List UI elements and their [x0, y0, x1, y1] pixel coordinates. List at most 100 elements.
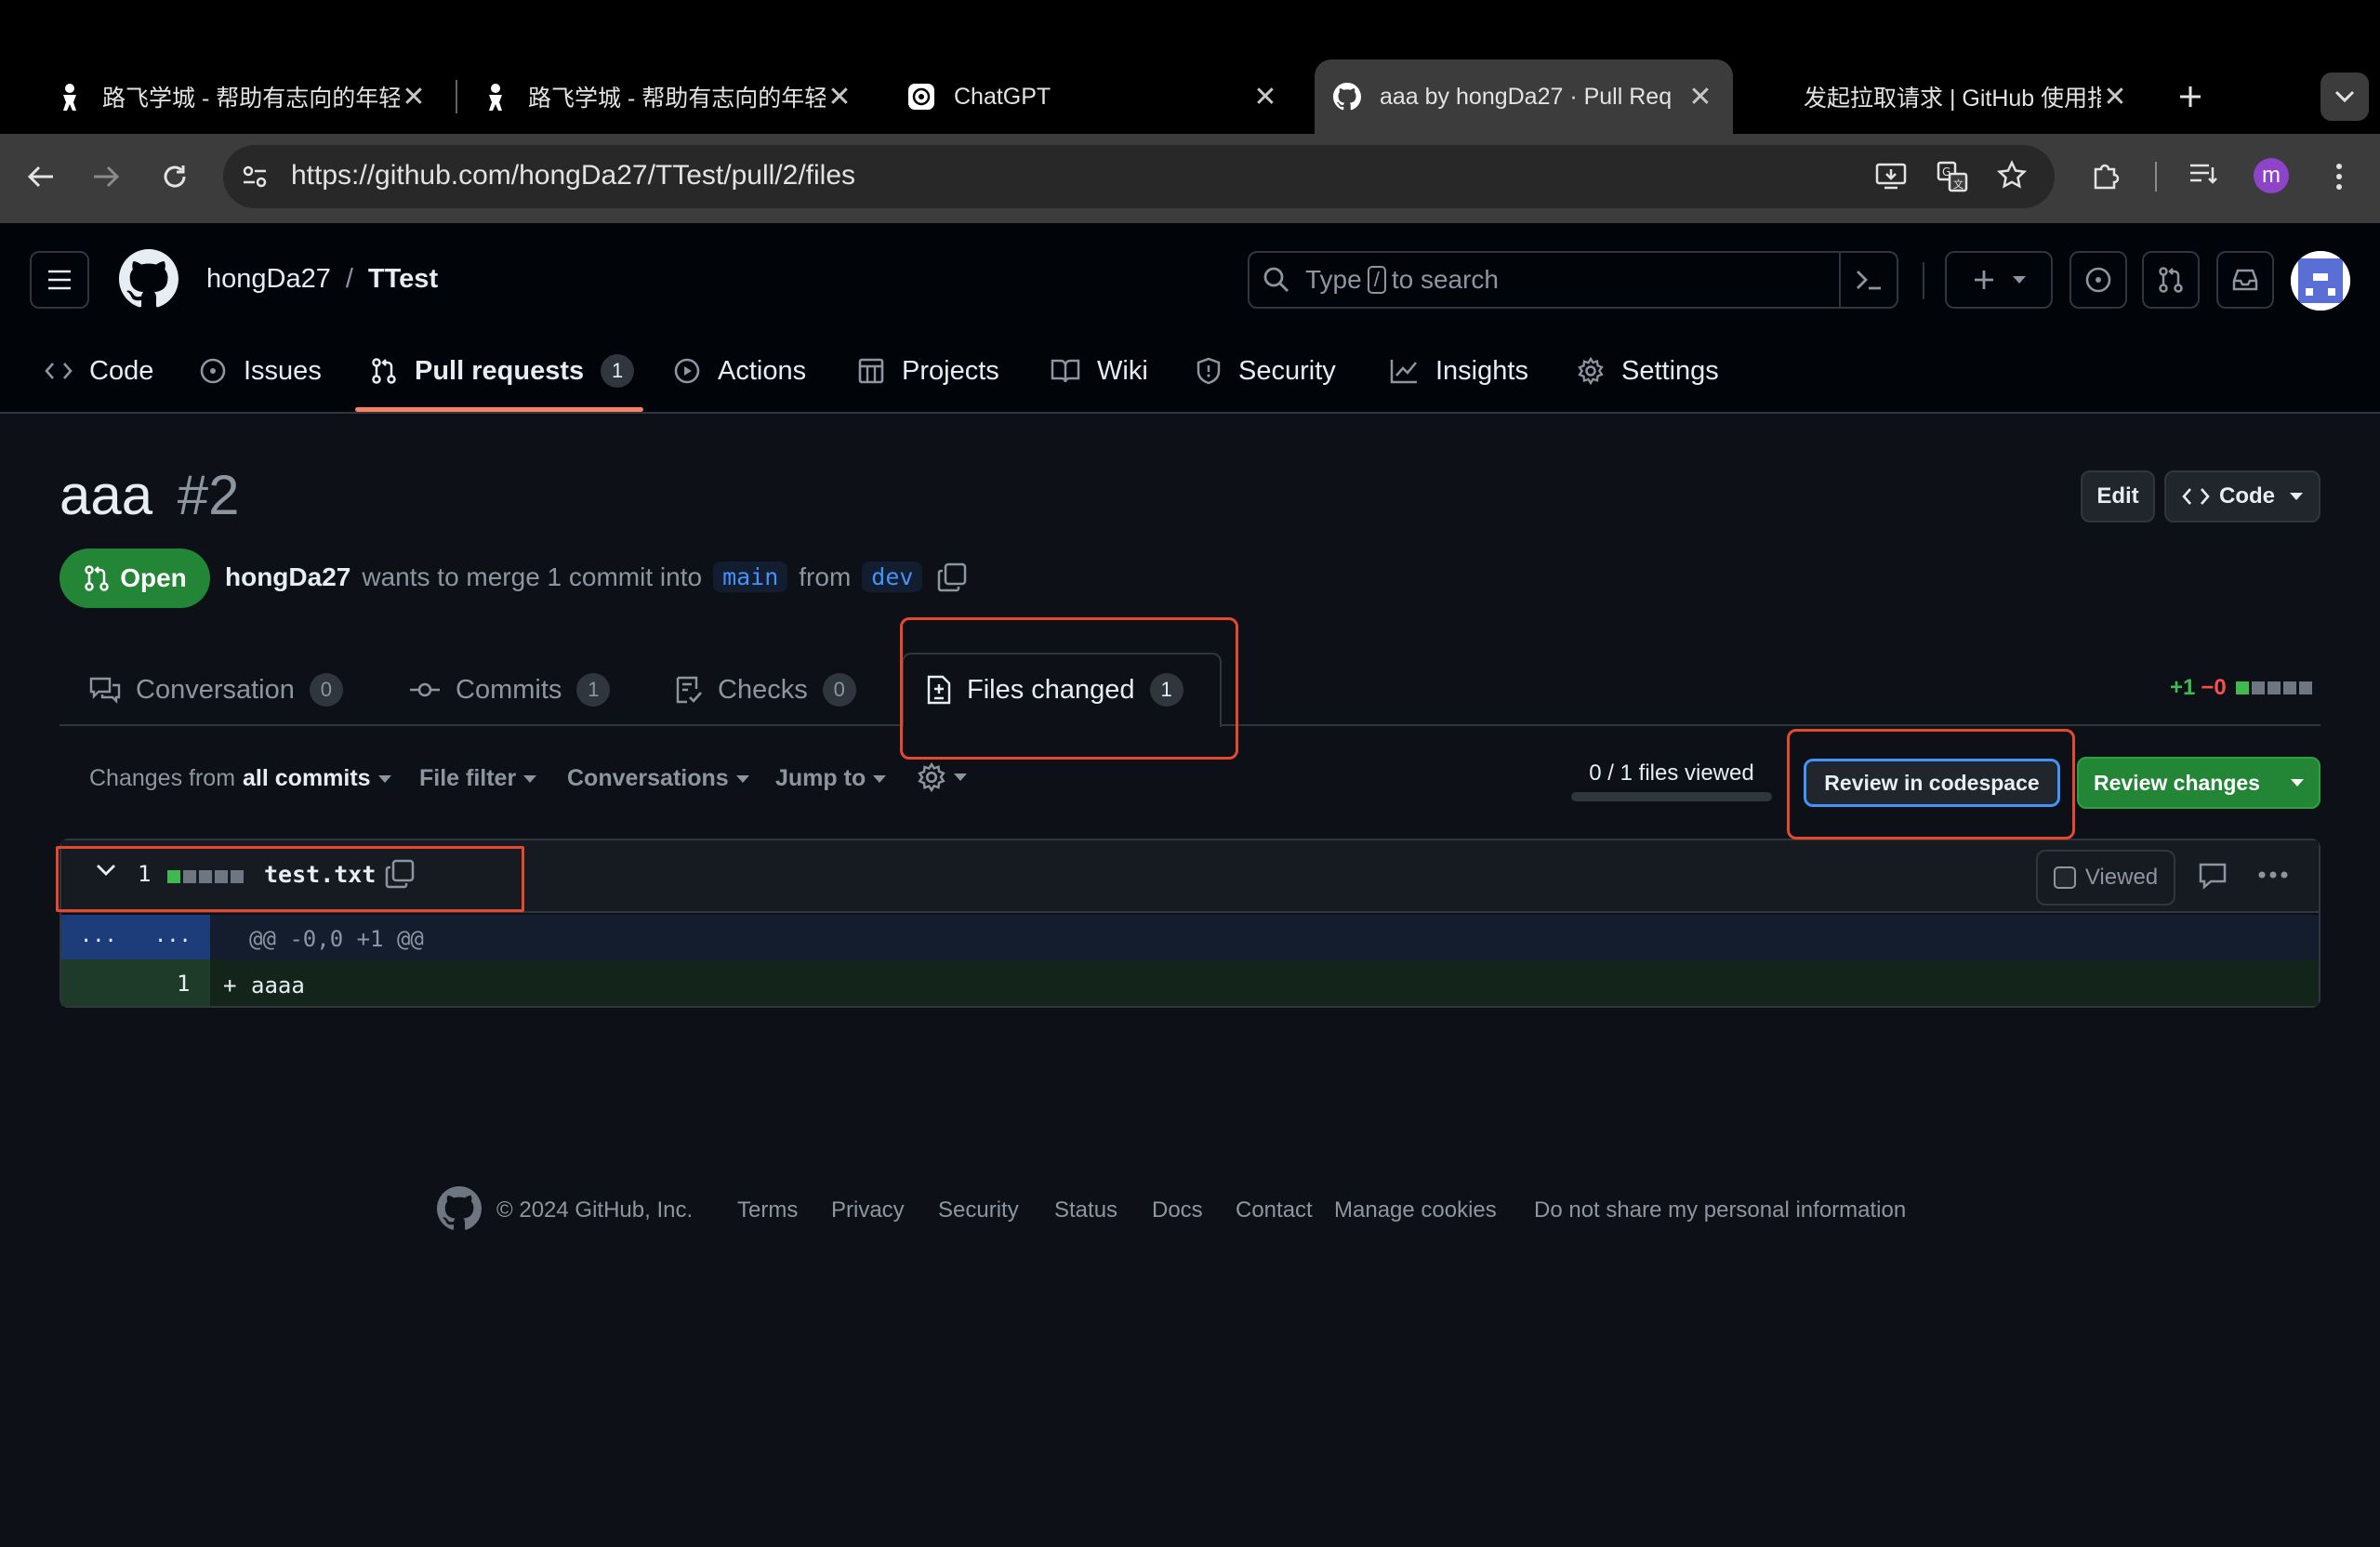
github-favicon-icon: [1333, 83, 1361, 111]
code-dropdown-button[interactable]: Code: [2164, 470, 2320, 522]
url-text[interactable]: https://github.com/hongDa27/TTest/pull/2…: [291, 160, 855, 192]
copy-branch-icon[interactable]: [937, 562, 967, 592]
pr-title: aaa #2: [60, 463, 240, 527]
translate-icon[interactable]: G文: [1932, 156, 1973, 197]
head-branch[interactable]: dev: [862, 562, 923, 592]
tab-close-icon[interactable]: ✕: [1686, 81, 1714, 113]
copy-path-icon[interactable]: [385, 859, 415, 889]
github-footer-logo-icon[interactable]: [437, 1186, 482, 1231]
nav-wiki[interactable]: Wiki: [1051, 344, 1148, 398]
conversation-counter: 0: [309, 673, 343, 707]
footer-link-do-not-share[interactable]: Do not share my personal information: [1534, 1197, 1906, 1223]
bookmark-star-icon[interactable]: [1991, 154, 2032, 195]
edit-button[interactable]: Edit: [2081, 470, 2155, 522]
footer-link-docs[interactable]: Docs: [1152, 1197, 1203, 1223]
nav-settings[interactable]: Settings: [1577, 344, 1719, 398]
caret-down-icon[interactable]: [2291, 779, 2304, 787]
tab-checks[interactable]: Checks 0: [675, 662, 856, 718]
changes-from-prefix: Changes from: [89, 765, 236, 791]
hunk-gutter-left[interactable]: ...: [80, 924, 117, 947]
nav-insights-label: Insights: [1435, 355, 1528, 386]
forward-arrow-icon[interactable]: [86, 156, 126, 197]
viewed-checkbox-button[interactable]: Viewed: [2036, 850, 2175, 906]
pull-requests-counter: 1: [601, 354, 635, 388]
pr-title-text: aaa: [60, 464, 153, 526]
tab-files-changed[interactable]: Files changed 1: [926, 662, 1183, 718]
file-name[interactable]: test.txt: [264, 861, 376, 888]
nav-pull-requests[interactable]: Pull requests 1: [370, 344, 635, 398]
conversations-dropdown[interactable]: Conversations: [567, 765, 749, 792]
header-divider: [1923, 262, 1924, 299]
caret-down-icon: [735, 774, 749, 783]
review-changes-button[interactable]: Review changes: [2077, 757, 2320, 809]
caret-down-icon: [954, 774, 967, 781]
search-placeholder-suffix: to search: [1391, 265, 1499, 294]
github-logo-icon[interactable]: [119, 249, 178, 309]
tab-title: 发起拉取请求 | GitHub 使用指: [1804, 86, 2101, 112]
line-number[interactable]: 1: [177, 971, 190, 997]
caret-down-icon: [2290, 493, 2303, 500]
footer-link-security[interactable]: Security: [938, 1197, 1019, 1223]
diff-settings-dropdown[interactable]: [917, 762, 967, 792]
viewed-checkbox[interactable]: [2053, 866, 2076, 889]
hamburger-menu-icon[interactable]: [30, 251, 89, 309]
nav-insights[interactable]: Insights: [1389, 344, 1528, 398]
repo-link[interactable]: TTest: [368, 264, 438, 295]
footer-link-manage-cookies[interactable]: Manage cookies: [1334, 1197, 1497, 1223]
comment-icon[interactable]: [2198, 861, 2228, 891]
reading-list-icon[interactable]: [2183, 154, 2224, 195]
create-new-button[interactable]: [1945, 251, 2053, 309]
tab-close-icon[interactable]: ✕: [400, 81, 428, 113]
owner-link[interactable]: hongDa27: [206, 264, 331, 295]
browser-tab-1[interactable]: 路飞学城 - 帮助有志向的年轻 ✕: [37, 60, 446, 134]
site-info-icon[interactable]: [234, 156, 275, 197]
file-filter-dropdown[interactable]: File filter: [419, 765, 537, 792]
additions-count: +1: [2170, 675, 2196, 700]
footer-link-contact[interactable]: Contact: [1236, 1197, 1313, 1223]
footer-link-status[interactable]: Status: [1054, 1197, 1117, 1223]
nav-issues[interactable]: Issues: [199, 344, 322, 398]
changes-from-dropdown[interactable]: Changes from all commits: [89, 765, 391, 792]
tab-close-icon[interactable]: ✕: [2101, 81, 2129, 113]
extensions-puzzle-icon[interactable]: [2084, 154, 2125, 195]
browser-tab-4[interactable]: aaa by hongDa27 · Pull Req ✕: [1315, 60, 1733, 134]
install-app-icon[interactable]: [1871, 156, 1911, 197]
new-tab-icon[interactable]: [2170, 76, 2211, 117]
browser-tab-2[interactable]: 路飞学城 - 帮助有志向的年轻 ✕: [463, 60, 872, 134]
chevron-down-icon[interactable]: [95, 863, 117, 878]
nav-security[interactable]: Security: [1196, 344, 1336, 398]
book-icon: [1051, 359, 1080, 383]
changes-from-value: all commits: [243, 765, 371, 791]
browser-tab-5[interactable]: 发起拉取请求 | GitHub 使用指 ✕: [1739, 60, 2148, 134]
shield-icon: [1197, 357, 1221, 385]
pr-author-link[interactable]: hongDa27: [225, 562, 350, 592]
inbox-icon[interactable]: [2216, 251, 2274, 309]
nav-actions[interactable]: Actions: [673, 344, 806, 398]
user-avatar[interactable]: [2291, 251, 2350, 311]
back-arrow-icon[interactable]: [20, 156, 61, 197]
nav-wiki-label: Wiki: [1097, 355, 1148, 386]
profile-avatar[interactable]: m: [2254, 158, 2289, 193]
kebab-menu-icon[interactable]: [2319, 156, 2360, 197]
nav-code[interactable]: Code: [45, 344, 153, 398]
reload-icon[interactable]: [154, 156, 195, 197]
command-palette-icon[interactable]: [1839, 253, 1897, 307]
jump-to-dropdown[interactable]: Jump to: [775, 765, 887, 792]
kebab-horizontal-icon[interactable]: [2257, 870, 2289, 879]
tab-close-icon[interactable]: ✕: [826, 81, 853, 113]
search-input[interactable]: Type / to search: [1248, 251, 1898, 309]
file-diffstat-bar: [167, 870, 244, 883]
review-in-codespace-button[interactable]: Review in codespace: [1804, 759, 2060, 807]
tab-commits[interactable]: Commits 1: [409, 662, 611, 718]
footer-link-privacy[interactable]: Privacy: [831, 1197, 905, 1223]
issues-icon[interactable]: [2069, 251, 2127, 309]
browser-tab-3[interactable]: ChatGPT ✕: [889, 60, 1298, 134]
nav-projects[interactable]: Projects: [857, 344, 999, 398]
hunk-gutter-right[interactable]: ...: [154, 924, 192, 947]
tab-search-chevron-down-icon[interactable]: [2320, 73, 2369, 121]
tab-conversation[interactable]: Conversation 0: [89, 662, 343, 718]
pull-request-icon[interactable]: [2142, 251, 2200, 309]
footer-link-terms[interactable]: Terms: [737, 1197, 798, 1223]
tab-close-icon[interactable]: ✕: [1251, 81, 1279, 113]
base-branch[interactable]: main: [713, 562, 788, 592]
